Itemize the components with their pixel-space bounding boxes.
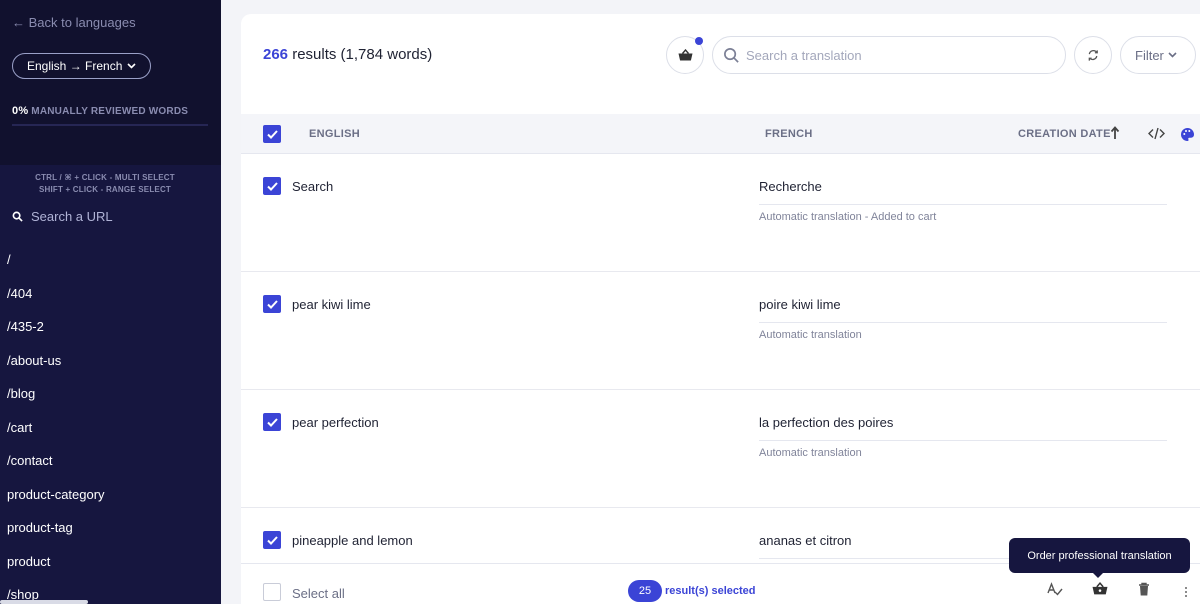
chevron-down-icon: [1168, 50, 1177, 61]
translation-status: Automatic translation - Added to cart: [759, 211, 937, 223]
row-checkbox[interactable]: [263, 177, 281, 195]
main-panel: 266 results (1,784 words) Filter ENGLISH…: [241, 14, 1200, 604]
row-checkbox[interactable]: [263, 295, 281, 313]
filter-label: Filter: [1135, 47, 1164, 63]
url-search[interactable]: Search a URL: [12, 209, 113, 224]
search-input[interactable]: [746, 47, 1046, 63]
url-list-item[interactable]: /about-us: [7, 351, 105, 385]
search-icon: [724, 47, 739, 63]
selected-label: result(s) selected: [665, 585, 756, 597]
reviewed-label: MANUALLY REVIEWED WORDS: [31, 106, 189, 117]
search-replace-icon: [1088, 49, 1098, 61]
column-header-date[interactable]: CREATION DATE: [1018, 128, 1111, 140]
url-list-item[interactable]: /404: [7, 284, 105, 318]
header-checkbox[interactable]: [263, 125, 281, 143]
chevron-down-icon: [127, 61, 136, 72]
sort-arrow-up-icon[interactable]: [1110, 126, 1120, 145]
translation-status: Automatic translation: [759, 329, 862, 341]
translation-search[interactable]: [712, 36, 1066, 74]
source-text: Search: [292, 179, 334, 194]
select-all-label[interactable]: Select all: [292, 586, 345, 601]
results-summary: 266 results (1,784 words): [263, 46, 432, 63]
cart-notification-dot: [695, 37, 703, 45]
back-to-languages-link[interactable]: ← Back to languages: [12, 15, 136, 30]
table-header: ENGLISH FRENCH CREATION DATE: [241, 114, 1200, 154]
check-icon: [266, 181, 278, 191]
basket-icon: [678, 49, 692, 61]
reviewed-progress-bar: [12, 124, 208, 126]
palette-icon[interactable]: [1180, 127, 1195, 147]
source-text: pineapple and lemon: [292, 533, 413, 548]
multi-select-hint: CTRL / ⌘ + CLICK - MULTI SELECT: [35, 173, 175, 182]
source-text: pear kiwi lime: [292, 297, 371, 312]
order-translation-basket-icon[interactable]: [1092, 582, 1108, 600]
select-all-checkbox[interactable]: [263, 583, 281, 601]
translation-status: Automatic translation: [759, 447, 862, 459]
url-list: //404/435-2/about-us/blog/cart/contact pr…: [7, 250, 105, 604]
order-translation-tooltip: Order professional translation: [1009, 538, 1190, 578]
filter-button[interactable]: Filter: [1120, 36, 1196, 74]
check-icon: [266, 417, 278, 427]
reviewed-words-stat: 0% MANUALLY REVIEWED WORDS: [12, 105, 188, 117]
sidebar-scrollbar[interactable]: [0, 600, 88, 604]
code-icon[interactable]: [1148, 127, 1165, 145]
search-icon: [12, 211, 23, 222]
table-row[interactable]: pear kiwi lime poire kiwi lime Automatic t…: [241, 272, 1200, 390]
target-text[interactable]: Recherche: [759, 179, 1167, 205]
language-pair-dropdown[interactable]: English → French: [12, 53, 151, 79]
row-checkbox[interactable]: [263, 413, 281, 431]
url-list-item[interactable]: /cart: [7, 418, 105, 452]
sidebar: ← Back to languages English → French 0% …: [0, 0, 221, 604]
trash-icon[interactable]: [1138, 582, 1150, 601]
row-checkbox[interactable]: [263, 531, 281, 549]
language-pair-label: English → French: [27, 59, 123, 73]
check-icon: [266, 299, 278, 309]
url-list-item[interactable]: product-category: [7, 485, 105, 519]
column-header-source[interactable]: ENGLISH: [309, 128, 360, 140]
selected-count-badge: 25: [628, 580, 662, 602]
table-row[interactable]: pear perfection la perfection des poires A…: [241, 390, 1200, 508]
table-row[interactable]: Search Recherche Automatic translation - A…: [241, 154, 1200, 272]
check-icon: [266, 129, 278, 139]
sidebar-header: ← Back to languages English → French 0% …: [0, 0, 221, 165]
results-text: results (1,784 words): [292, 46, 433, 63]
column-header-target[interactable]: FRENCH: [765, 128, 813, 140]
cart-button[interactable]: [666, 36, 704, 74]
check-icon: [266, 535, 278, 545]
search-replace-button[interactable]: [1074, 36, 1112, 74]
spellcheck-icon[interactable]: [1047, 582, 1063, 601]
url-list-item[interactable]: /blog: [7, 384, 105, 418]
target-text[interactable]: la perfection des poires: [759, 415, 1167, 441]
target-text[interactable]: poire kiwi lime: [759, 297, 1167, 323]
more-options-icon[interactable]: [1184, 585, 1188, 603]
url-search-placeholder: Search a URL: [31, 209, 113, 224]
url-list-item[interactable]: /contact: [7, 451, 105, 485]
url-list-item[interactable]: /435-2: [7, 317, 105, 351]
reviewed-percent: 0%: [12, 105, 29, 117]
url-list-item[interactable]: product-tag: [7, 518, 105, 552]
url-list-item[interactable]: /: [7, 250, 105, 284]
range-select-hint: SHIFT + CLICK - RANGE SELECT: [38, 185, 172, 194]
results-count: 266: [263, 46, 289, 63]
url-list-item[interactable]: product: [7, 552, 105, 586]
source-text: pear perfection: [292, 415, 379, 430]
